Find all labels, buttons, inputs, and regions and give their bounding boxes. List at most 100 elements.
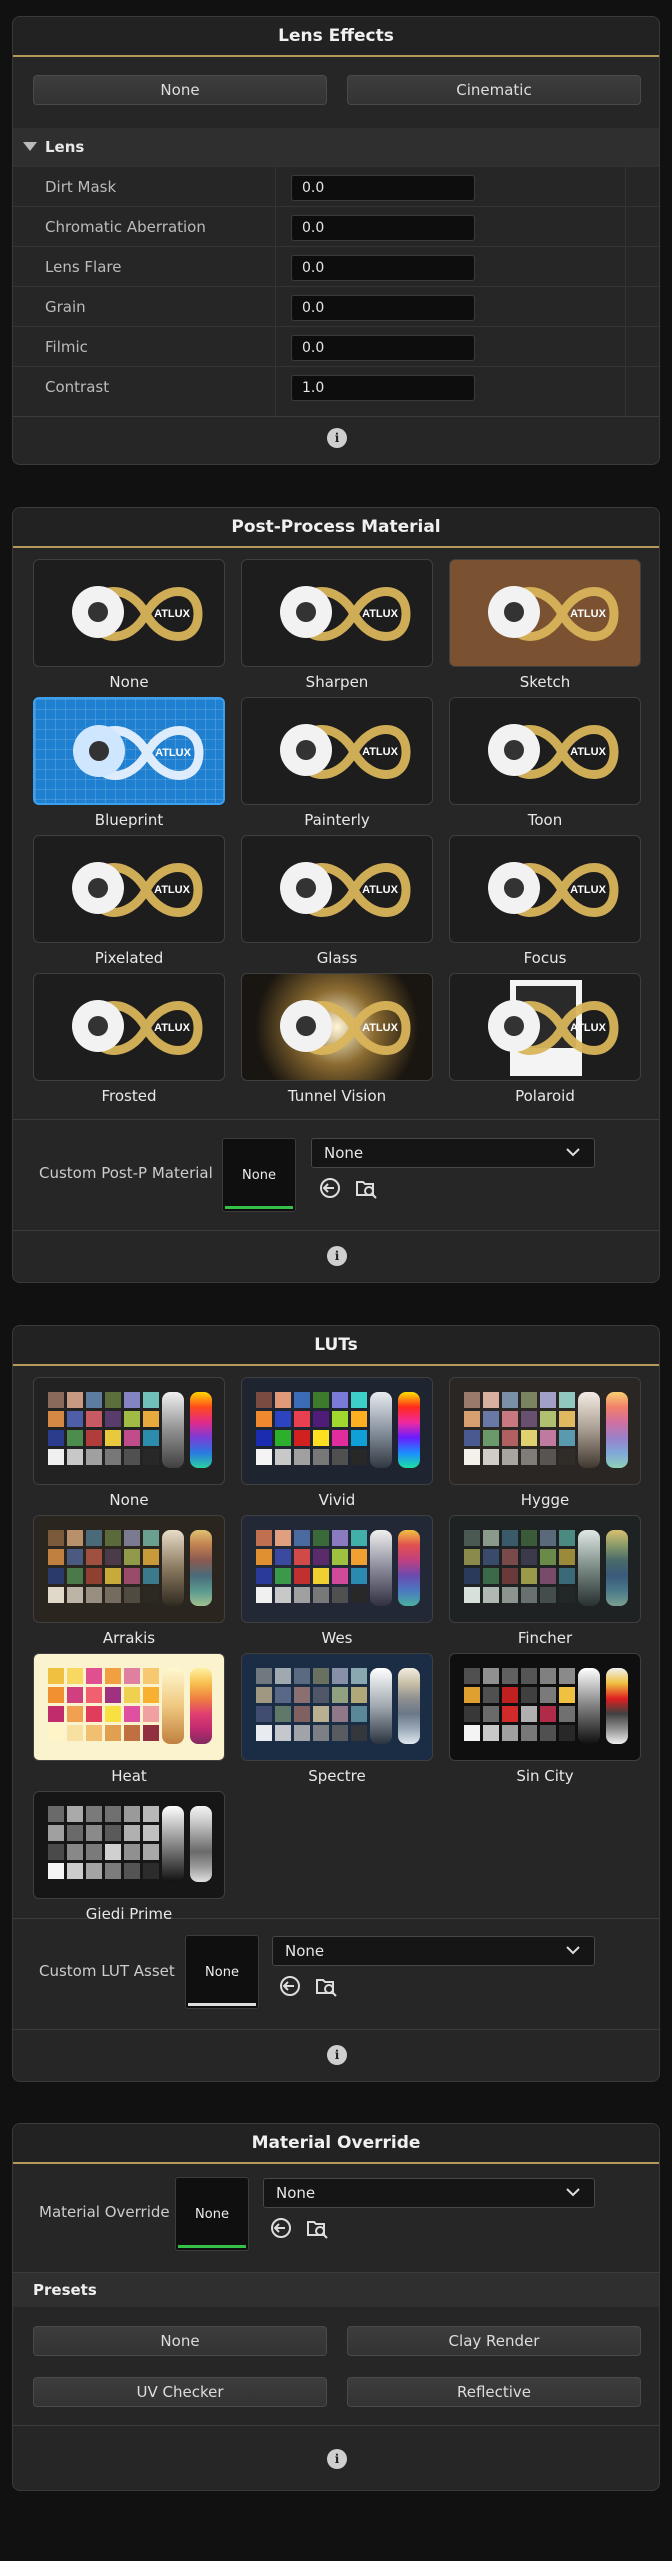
- tile-caption: Toon: [527, 811, 563, 829]
- dropdown-value: None: [276, 2184, 316, 2202]
- luts-header: LUTs: [13, 1326, 659, 1366]
- material-override-dropdown[interactable]: None: [263, 2178, 595, 2208]
- contrast-input[interactable]: 1.0: [291, 375, 475, 401]
- preset-reflective-button[interactable]: Reflective: [347, 2377, 641, 2407]
- post-process-tile-focus[interactable]: ATLUX: [449, 835, 641, 943]
- color-ramp: [606, 1668, 628, 1744]
- lut-tile-fincher[interactable]: [449, 1515, 641, 1623]
- post-process-tile-pixelated[interactable]: ATLUX: [33, 835, 225, 943]
- preset-none-button[interactable]: None: [33, 2326, 327, 2356]
- infinity-logo-icon: ATLUX: [72, 862, 203, 917]
- use-selected-asset-icon[interactable]: [318, 1176, 342, 1200]
- material-override-title: Material Override: [251, 2133, 421, 2153]
- post-process-tile-glass[interactable]: ATLUX: [241, 835, 433, 943]
- post-process-tile-sketch[interactable]: ATLUX: [449, 559, 641, 667]
- lut-tile-giedi-prime[interactable]: [33, 1791, 225, 1899]
- svg-text:ATLUX: ATLUX: [154, 1022, 191, 1034]
- lens-section-header[interactable]: Lens: [13, 128, 659, 166]
- use-selected-asset-icon[interactable]: [278, 1974, 302, 1998]
- grayscale-ramp: [370, 1530, 392, 1606]
- divider: [13, 1119, 659, 1120]
- lut-tile-hygge[interactable]: [449, 1377, 641, 1485]
- post-process-tile-painterly[interactable]: ATLUX: [241, 697, 433, 805]
- property-row-chromatic-aberration: Chromatic Aberration 0.0: [13, 206, 659, 246]
- post-process-asset-dropdown[interactable]: None: [311, 1138, 595, 1168]
- tile-caption: Wes: [321, 1629, 353, 1647]
- lens-preset-none-button[interactable]: None: [33, 75, 327, 105]
- thumbnail-label: None: [242, 1167, 276, 1183]
- tile-caption: Sin City: [516, 1767, 574, 1785]
- divider: [13, 2029, 659, 2030]
- dropdown-value: None: [285, 1942, 325, 1960]
- post-process-tile-tunnel-vision[interactable]: ATLUX: [241, 973, 433, 1081]
- property-row-contrast: Contrast 1.0: [13, 366, 659, 406]
- lens-preset-cinematic-button[interactable]: Cinematic: [347, 75, 641, 105]
- grayscale-ramp: [162, 1668, 184, 1744]
- color-ramp: [398, 1530, 420, 1606]
- infinity-logo-icon: ATLUX: [280, 862, 411, 917]
- infinity-logo-icon: ATLUX: [280, 586, 411, 641]
- svg-text:ATLUX: ATLUX: [362, 1022, 399, 1034]
- lut-tile-none[interactable]: [33, 1377, 225, 1485]
- chromatic-aberration-input[interactable]: 0.0: [291, 215, 475, 241]
- divider: [13, 416, 659, 417]
- lut-tile-wes[interactable]: [241, 1515, 433, 1623]
- grayscale-ramp: [578, 1530, 600, 1606]
- svg-text:ATLUX: ATLUX: [570, 884, 607, 896]
- info-icon[interactable]: i: [327, 2045, 347, 2065]
- infinity-logo-icon: ATLUX: [488, 862, 619, 917]
- lens-effects-panel: Lens Effects None Cinematic Lens Dirt Ma…: [12, 16, 660, 465]
- material-override-thumbnail[interactable]: None: [175, 2177, 249, 2251]
- svg-text:ATLUX: ATLUX: [362, 884, 399, 896]
- tile-caption: Spectre: [308, 1767, 366, 1785]
- custom-post-process-label: Custom Post-P Material: [39, 1164, 213, 1182]
- dropdown-value: None: [324, 1144, 364, 1162]
- lut-tile-spectre[interactable]: [241, 1653, 433, 1761]
- lens-section-label: Lens: [45, 138, 85, 156]
- post-process-tile-toon[interactable]: ATLUX: [449, 697, 641, 805]
- luts-panel: LUTs Custom LUT Asset None None i None Vi…: [12, 1325, 660, 2082]
- use-selected-asset-icon[interactable]: [269, 2216, 293, 2240]
- filmic-input[interactable]: 0.0: [291, 335, 475, 361]
- post-process-tile-blueprint[interactable]: ATLUX: [33, 697, 225, 805]
- property-row-filmic: Filmic 0.0: [13, 326, 659, 366]
- luts-title: LUTs: [314, 1335, 358, 1355]
- browse-asset-icon[interactable]: [354, 1176, 378, 1200]
- presets-header: Presets: [13, 2273, 659, 2307]
- svg-text:ATLUX: ATLUX: [570, 746, 607, 758]
- color-ramp: [606, 1530, 628, 1606]
- post-process-tile-none[interactable]: ATLUX: [33, 559, 225, 667]
- lut-tile-sin-city[interactable]: [449, 1653, 641, 1761]
- lut-tile-vivid[interactable]: [241, 1377, 433, 1485]
- post-process-tile-sharpen[interactable]: ATLUX: [241, 559, 433, 667]
- lens-effects-title: Lens Effects: [278, 26, 394, 46]
- lut-tile-heat[interactable]: [33, 1653, 225, 1761]
- grain-input[interactable]: 0.0: [291, 295, 475, 321]
- lut-tile-arrakis[interactable]: [33, 1515, 225, 1623]
- tile-caption: Arrakis: [102, 1629, 156, 1647]
- post-process-tile-polaroid[interactable]: ATLUX: [449, 973, 641, 1081]
- active-indicator: [188, 2003, 256, 2006]
- info-icon[interactable]: i: [327, 428, 347, 448]
- lens-flare-input[interactable]: 0.0: [291, 255, 475, 281]
- divider: [13, 2425, 659, 2426]
- color-ramp: [190, 1392, 212, 1468]
- lens-effects-header: Lens Effects: [13, 17, 659, 57]
- browse-asset-icon[interactable]: [305, 2216, 329, 2240]
- info-icon[interactable]: i: [327, 2449, 347, 2469]
- tile-caption: Vivid: [318, 1491, 356, 1509]
- material-override-header: Material Override: [13, 2124, 659, 2164]
- post-process-tile-frosted[interactable]: ATLUX: [33, 973, 225, 1081]
- browse-asset-icon[interactable]: [314, 1974, 338, 1998]
- tile-caption: Giedi Prime: [85, 1905, 173, 1923]
- custom-lut-thumbnail[interactable]: None: [185, 1935, 259, 2009]
- lut-asset-dropdown[interactable]: None: [272, 1936, 595, 1966]
- custom-post-process-thumbnail[interactable]: None: [222, 1138, 296, 1212]
- dirt-mask-input[interactable]: 0.0: [291, 175, 475, 201]
- property-row-lens-flare: Lens Flare 0.0: [13, 246, 659, 286]
- property-label: Dirt Mask: [45, 178, 117, 196]
- preset-clay-render-button[interactable]: Clay Render: [347, 2326, 641, 2356]
- infinity-logo-icon: ATLUX: [280, 1000, 411, 1055]
- preset-uv-checker-button[interactable]: UV Checker: [33, 2377, 327, 2407]
- info-icon[interactable]: i: [327, 1246, 347, 1266]
